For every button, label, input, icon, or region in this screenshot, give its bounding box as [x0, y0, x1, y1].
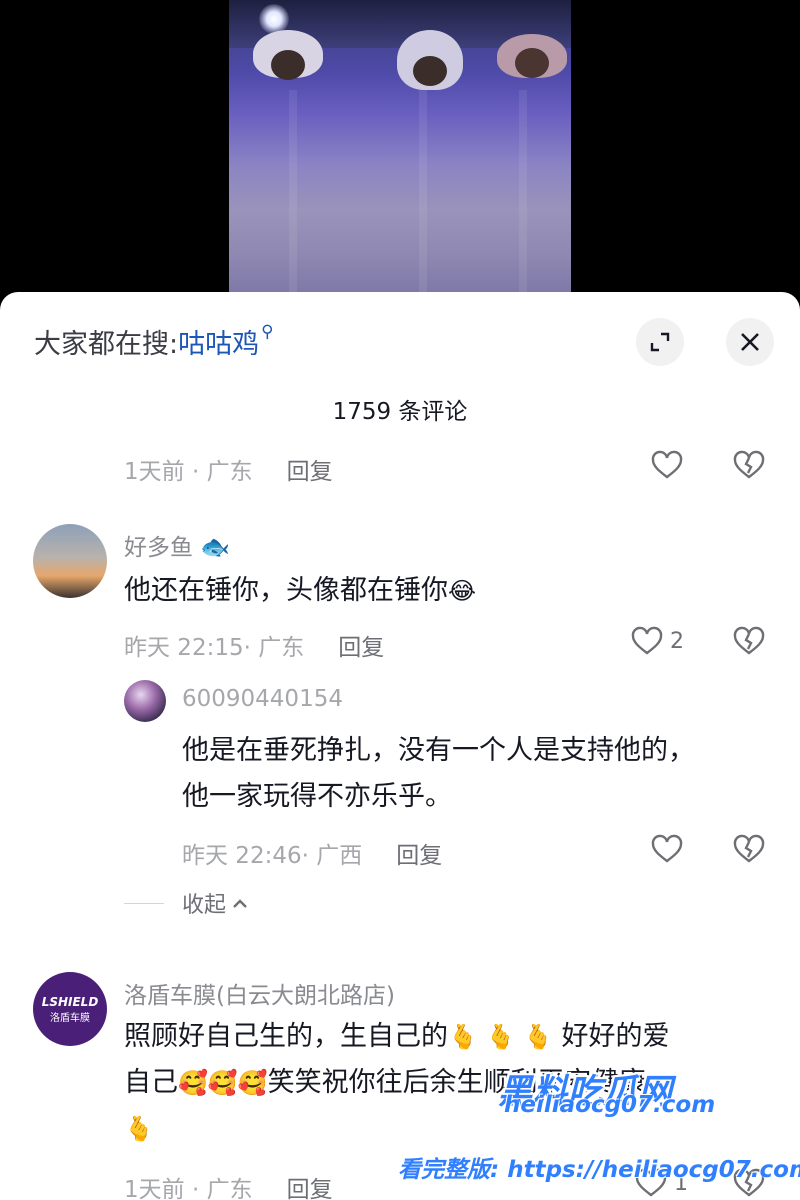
- comment-username[interactable]: 洛盾车膜(白云大朗北路店): [124, 976, 395, 1010]
- comment-count: 1759 条评论: [332, 399, 468, 425]
- comment-meta: 1天前 · 广东 回复: [124, 452, 333, 486]
- close-button[interactable]: [726, 318, 774, 366]
- like-button[interactable]: [650, 834, 684, 864]
- tears-of-joy-emoji: 😂: [448, 577, 477, 605]
- reply-button[interactable]: 回复: [287, 1177, 333, 1200]
- like-button[interactable]: [650, 450, 684, 480]
- divider: [124, 902, 164, 904]
- search-keyword[interactable]: 咕咕鸡: [178, 329, 259, 360]
- avatar[interactable]: LSHIELD 洛盾车膜: [33, 972, 107, 1046]
- comment-meta: 1天前 · 广东 回复: [124, 1170, 333, 1200]
- heart-icon: [631, 626, 663, 655]
- comment-text: 他还在锤你，头像都在锤你😂: [124, 575, 477, 606]
- heart-icon: [651, 834, 683, 863]
- comment-meta: 昨天 22:46· 广西 回复: [182, 836, 442, 870]
- broken-heart-icon: [733, 626, 765, 655]
- search-prefix: 大家都在搜:: [34, 329, 179, 360]
- comment-time-location: 1天前 · 广东: [124, 1177, 253, 1200]
- like-button[interactable]: 2: [630, 626, 684, 656]
- brand-logo-subtitle: 洛盾车膜: [50, 1012, 90, 1024]
- watermark-url: heiliaocg07.com: [504, 1092, 716, 1118]
- heart-hands-emoji: 🫰 🫰 🫰: [448, 1023, 553, 1051]
- reply-button[interactable]: 回复: [396, 843, 442, 869]
- reply-text: 他是在垂死挣扎，没有一个人是支持他的， 他一家玩得不亦乐乎。: [182, 735, 695, 812]
- brand-logo: LSHIELD: [41, 994, 99, 1009]
- dislike-button[interactable]: [732, 834, 766, 864]
- floor-reflection: [519, 90, 527, 300]
- chevron-up-icon: [233, 899, 247, 908]
- broken-heart-icon: [733, 450, 765, 479]
- comment-meta: 昨天 22:15· 广东 回复: [124, 628, 384, 662]
- collapse-replies-button[interactable]: 收起: [124, 887, 248, 919]
- fish-emoji: 🐟: [200, 533, 231, 561]
- heart-icon: [651, 450, 683, 479]
- dancer: [497, 34, 567, 78]
- dancer: [253, 30, 323, 80]
- avatar[interactable]: [33, 524, 107, 598]
- comment-time-location: 昨天 22:46· 广西: [182, 843, 363, 869]
- dancer: [397, 30, 463, 90]
- watermark: 黑料吃瓜网 heiliaocg07.com 看完整版: https://heil…: [398, 1064, 800, 1194]
- close-icon: [741, 333, 759, 351]
- broken-heart-icon: [733, 834, 765, 863]
- like-count: 2: [670, 628, 684, 654]
- video-player[interactable]: [0, 0, 800, 300]
- floor-reflection: [419, 90, 427, 300]
- floor-reflection: [289, 90, 297, 300]
- reply-button[interactable]: 回复: [287, 459, 333, 485]
- reply-username[interactable]: 60090440154: [182, 686, 343, 712]
- avatar[interactable]: [124, 680, 166, 722]
- watermark-caption: 看完整版: https://heiliaocg07.com: [398, 1157, 800, 1183]
- hug-emoji: 🥰🥰🥰: [178, 1069, 268, 1097]
- dislike-button[interactable]: [732, 450, 766, 480]
- reply-button[interactable]: 回复: [338, 635, 384, 661]
- expand-button[interactable]: [636, 318, 684, 366]
- comment-username[interactable]: 好多鱼 🐟: [124, 528, 230, 562]
- comment-time-location: 1天前 · 广东: [124, 459, 253, 485]
- video-frame: [229, 0, 571, 300]
- dislike-button[interactable]: [732, 626, 766, 656]
- comment-time-location: 昨天 22:15· 广东: [124, 635, 305, 661]
- search-icon: ⚲: [261, 322, 274, 342]
- search-suggestion[interactable]: 大家都在搜:咕咕鸡 ⚲: [34, 322, 274, 361]
- expand-icon: [650, 332, 670, 352]
- heart-hands-emoji: 🫰: [124, 1115, 154, 1143]
